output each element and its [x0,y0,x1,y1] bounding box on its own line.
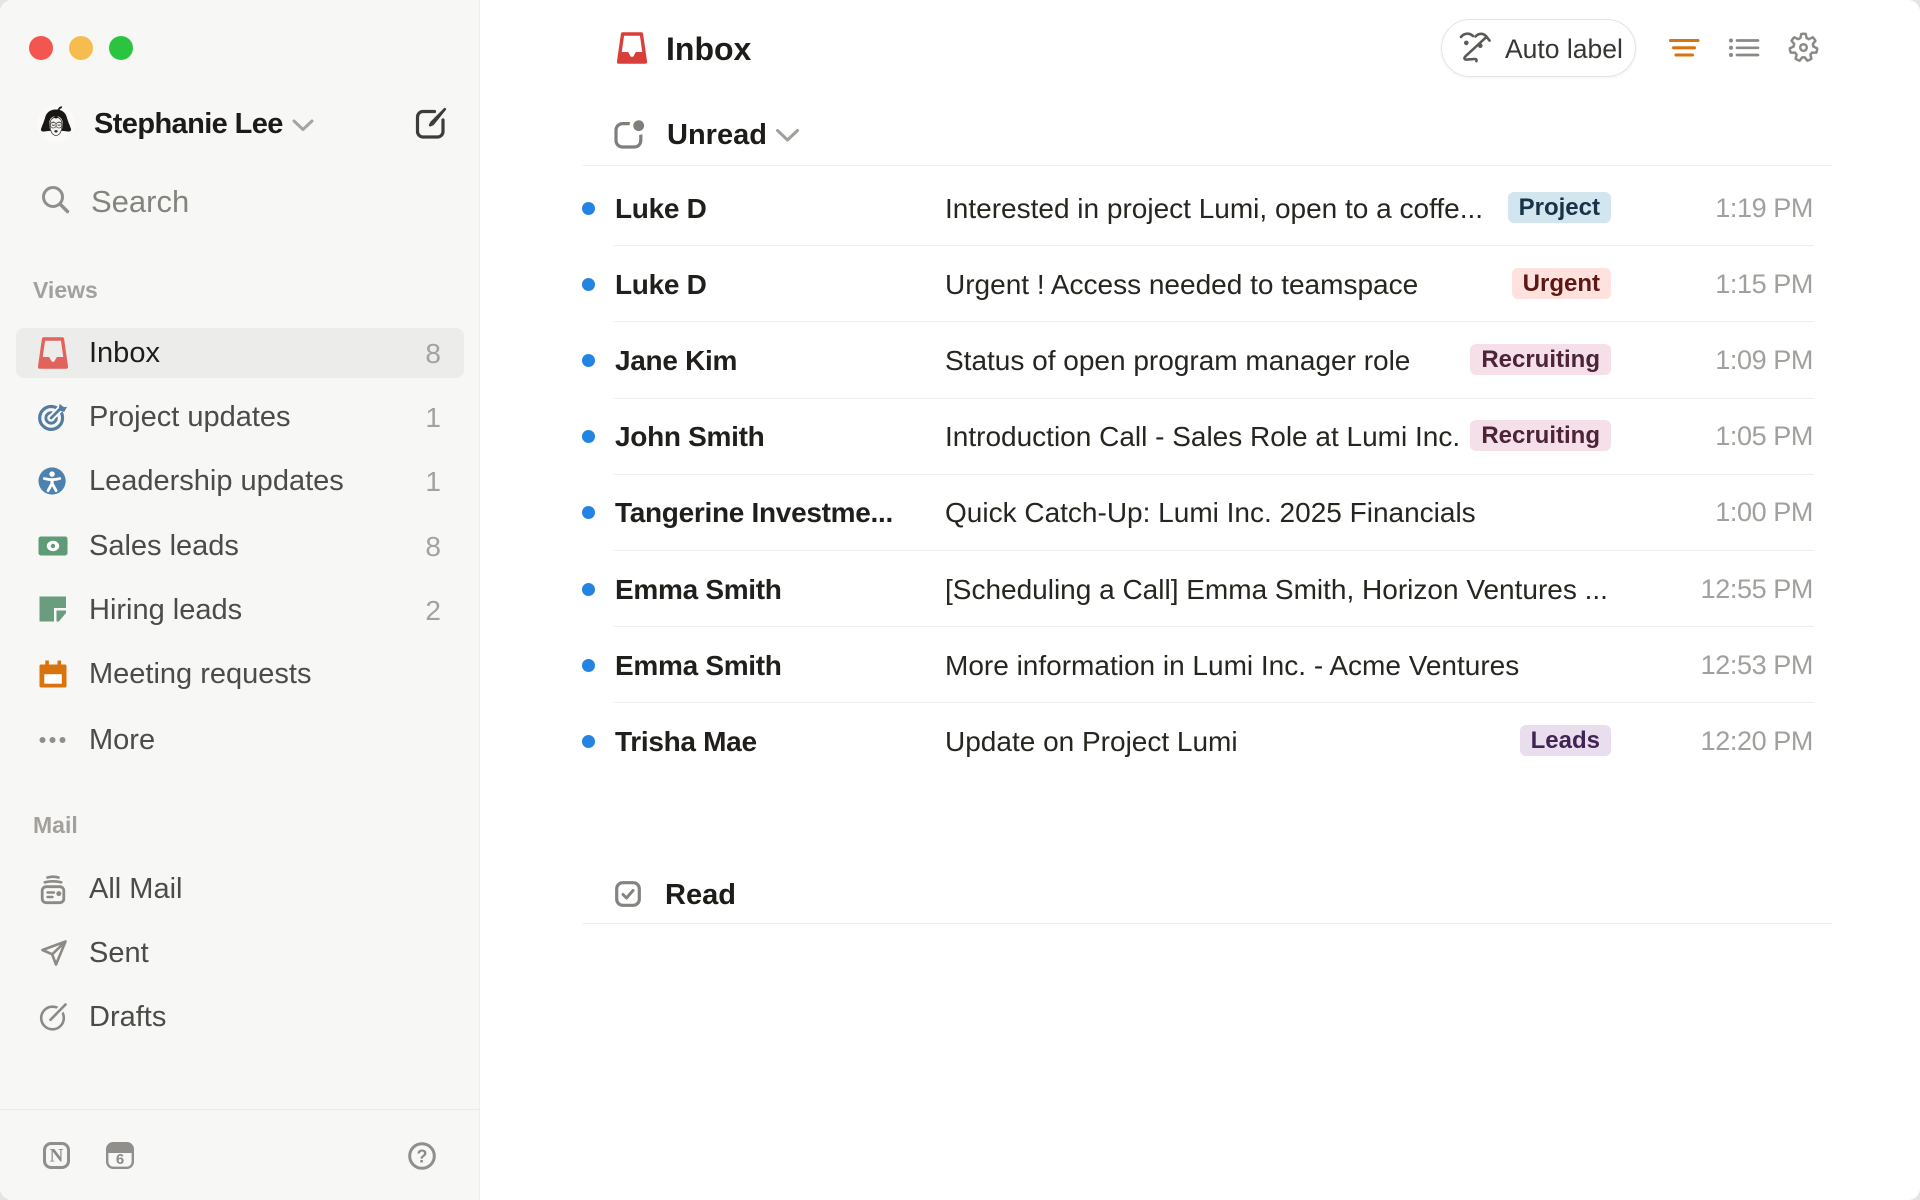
svg-text:?: ? [417,1147,428,1167]
svg-text:6: 6 [116,1151,124,1168]
svg-text:N: N [50,1146,64,1167]
